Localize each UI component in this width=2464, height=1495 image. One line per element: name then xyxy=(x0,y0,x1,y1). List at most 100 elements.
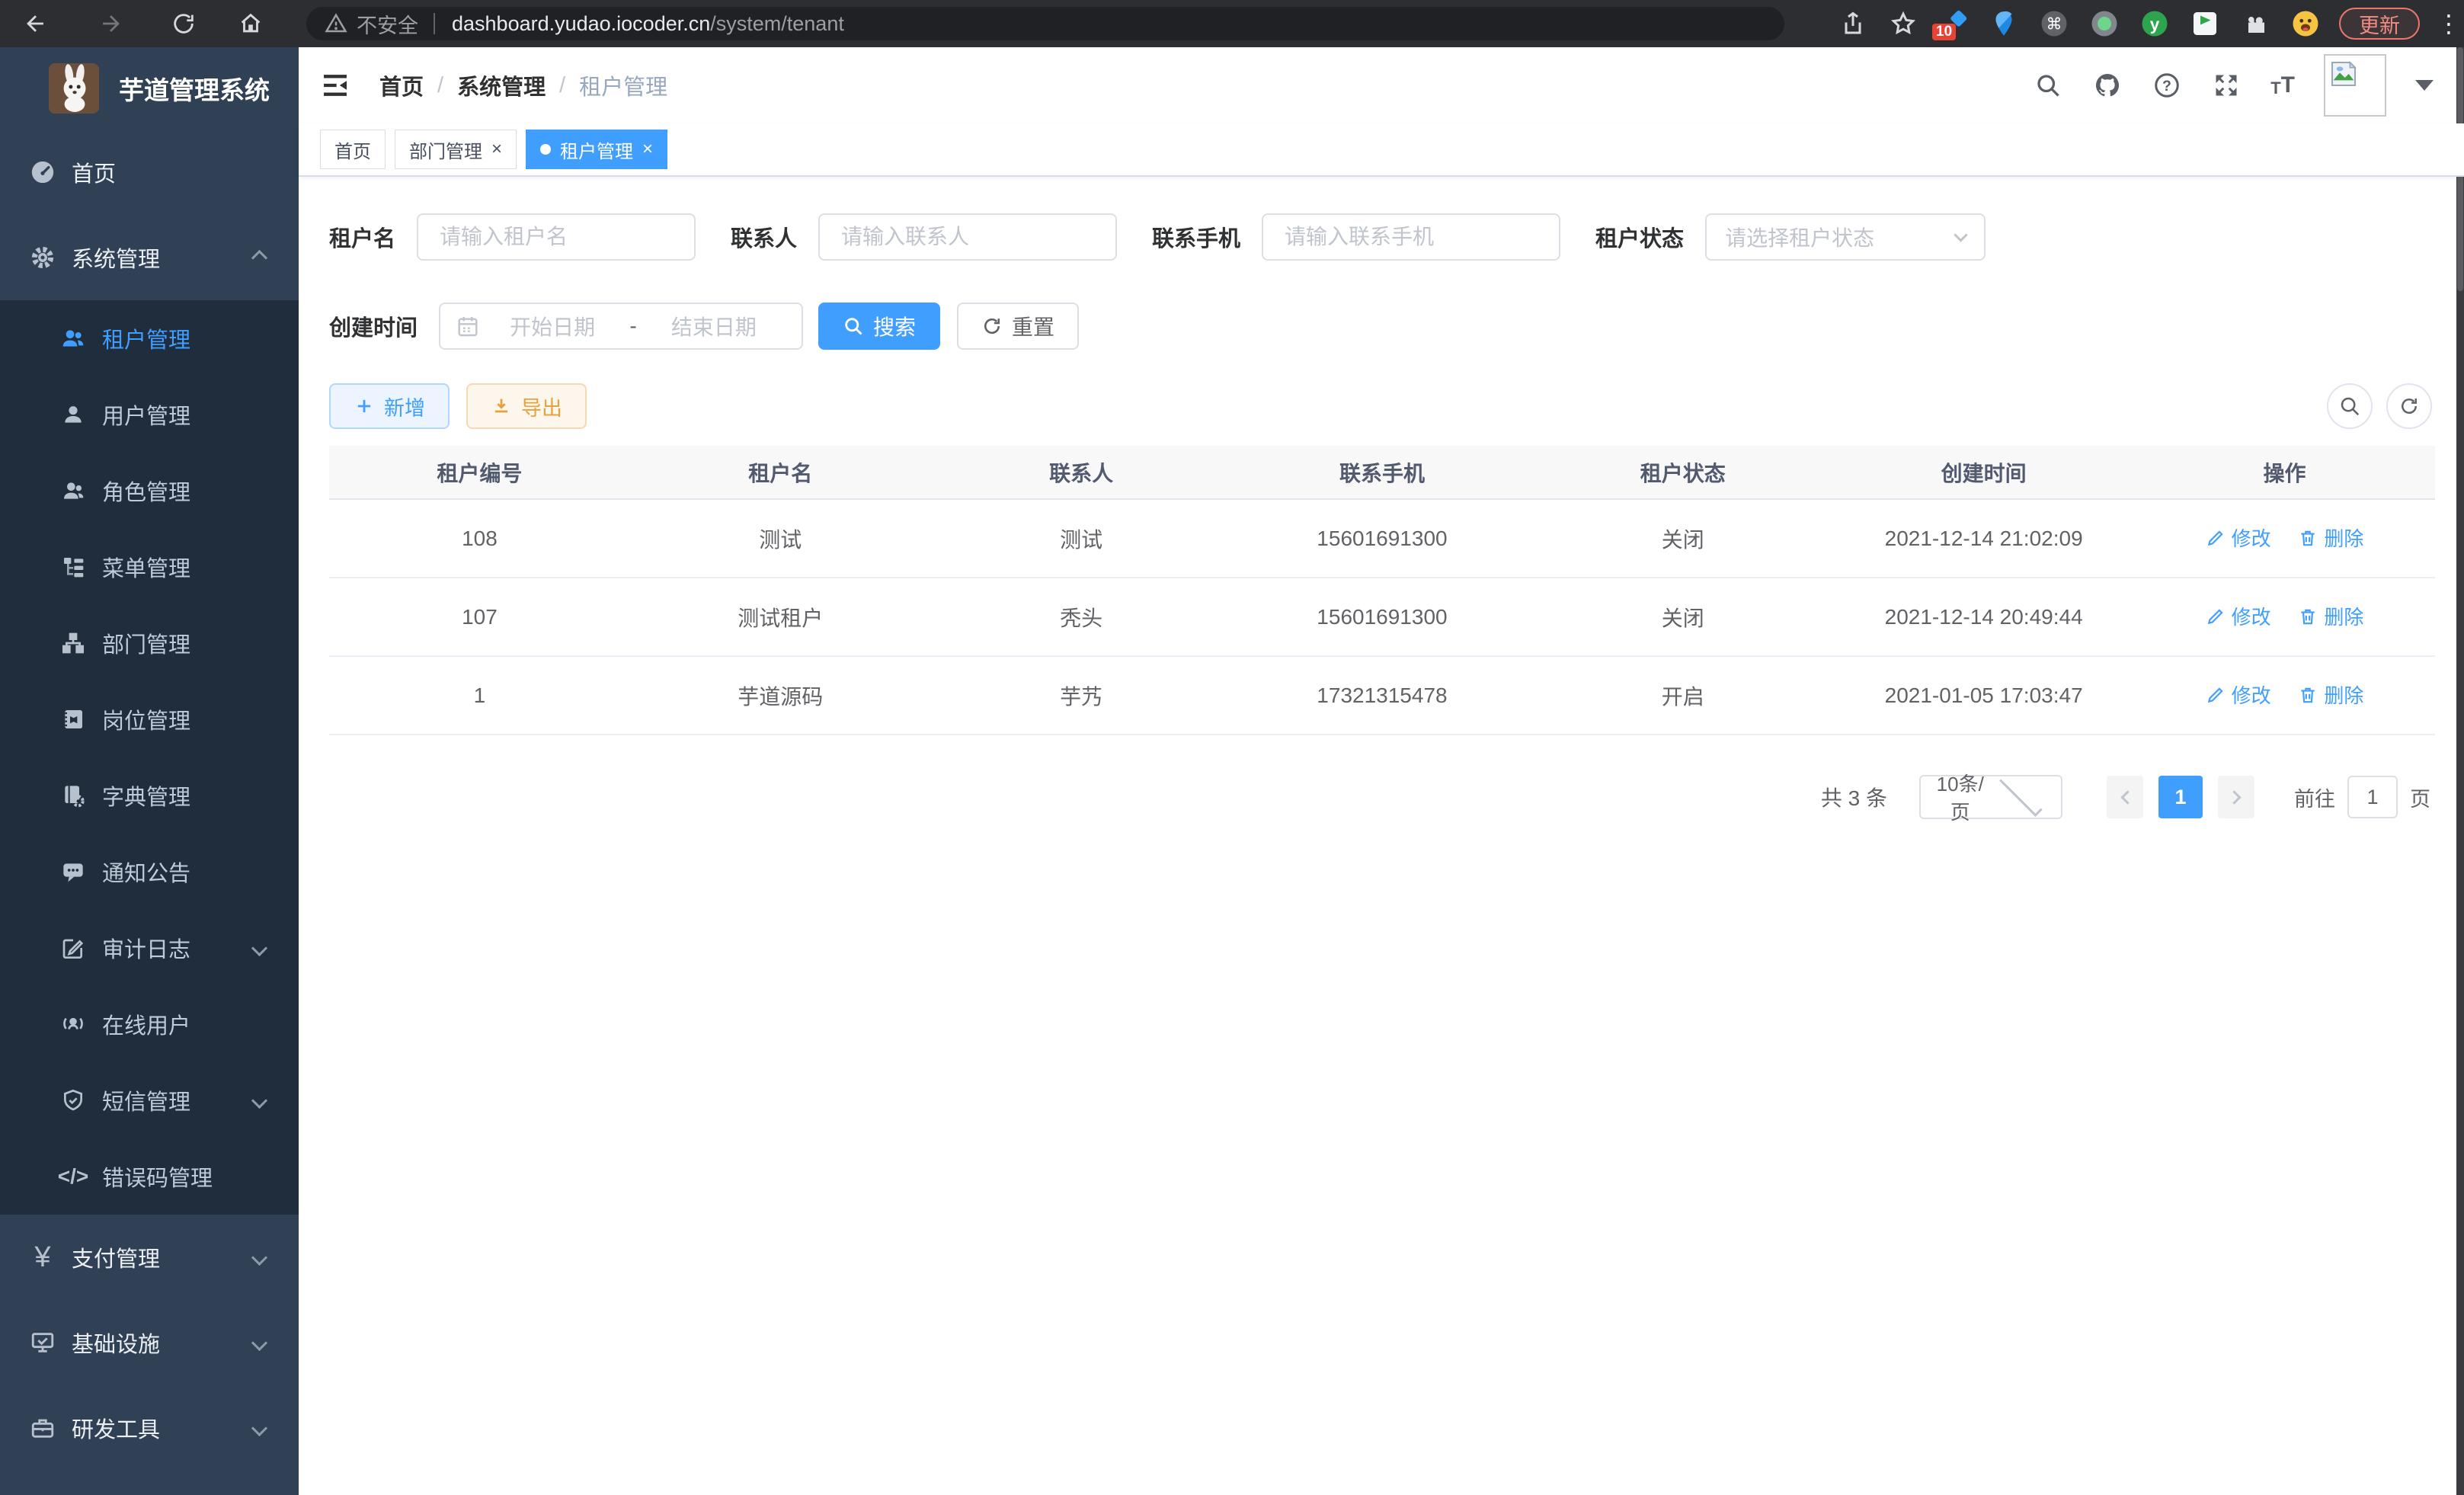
contact-mobile-input[interactable] xyxy=(1262,213,1560,261)
sidebar-item-payment[interactable]: ¥ 支付管理 xyxy=(0,1215,299,1300)
sidebar-item-post[interactable]: 岗位管理 xyxy=(0,681,299,757)
edit-link[interactable]: 修改 xyxy=(2206,523,2271,552)
screen: 不安全 dashboard.yudao.iocoder.cn/system/te… xyxy=(0,0,2464,1495)
table-row: 1 芋道源码 芋艿 17321315478 开启 2021-01-05 17:0… xyxy=(329,656,2435,735)
sidebar-item-devtools[interactable]: 研发工具 xyxy=(0,1385,299,1471)
sidebar-item-menu[interactable]: 菜单管理 xyxy=(0,529,299,605)
home-button[interactable] xyxy=(236,9,265,38)
delete-link[interactable]: 删除 xyxy=(2298,680,2363,709)
tenant-name-input[interactable] xyxy=(417,213,696,261)
extension-y-icon[interactable]: y xyxy=(2138,7,2171,40)
extension-badge: 10 xyxy=(1932,24,1956,40)
sidebar-item-dept[interactable]: 部门管理 xyxy=(0,605,299,681)
table-row: 107 测试租户 秃头 15601691300 关闭 2021-12-14 20… xyxy=(329,578,2435,656)
page-content: 租户名 联系人 联系手机 租户状态 请选择租户状态 xyxy=(299,177,2464,819)
reload-button[interactable] xyxy=(169,9,198,38)
sidebar-toggle-button[interactable] xyxy=(318,70,352,101)
sidebar-item-notice[interactable]: 通知公告 xyxy=(0,834,299,910)
tab-home[interactable]: 首页 xyxy=(320,130,386,169)
table-header-row: 租户编号 租户名 联系人 联系手机 租户状态 创建时间 操作 xyxy=(329,446,2435,499)
back-button[interactable] xyxy=(21,9,50,38)
roles-icon xyxy=(58,475,88,506)
extension-devtools-icon[interactable]: 10 xyxy=(1937,7,1970,40)
navbar-actions: ? TT xyxy=(2033,47,2434,123)
breadcrumb: 首页 / 系统管理 / 租户管理 xyxy=(379,47,667,123)
fullscreen-icon[interactable] xyxy=(2211,70,2242,101)
pagination: 共 3 条 10条/页 1 前往 页 xyxy=(329,775,2435,819)
table-tools xyxy=(2327,383,2432,429)
github-icon[interactable] xyxy=(2092,70,2123,101)
add-button[interactable]: 新增 xyxy=(329,383,450,429)
current-page-button[interactable]: 1 xyxy=(2158,776,2203,818)
close-icon[interactable]: × xyxy=(642,139,653,160)
page-size-select[interactable]: 10条/页 xyxy=(1919,775,2062,819)
sidebar-item-sms[interactable]: 短信管理 xyxy=(0,1062,299,1138)
col-tenant-name: 租户名 xyxy=(630,446,931,499)
sidebar-item-audit-log[interactable]: 审计日志 xyxy=(0,910,299,986)
help-icon[interactable]: ? xyxy=(2152,70,2182,101)
window-scrollbar[interactable] xyxy=(2456,47,2464,1495)
extensions-puzzle-button[interactable] xyxy=(2238,7,2272,40)
app-logo-row[interactable]: 芋道管理系统 xyxy=(0,47,299,130)
sidebar-item-user[interactable]: 用户管理 xyxy=(0,376,299,453)
browser-menu-button[interactable]: ⋮ xyxy=(2437,9,2452,38)
edit-link[interactable]: 修改 xyxy=(2206,680,2271,709)
edit-link[interactable]: 修改 xyxy=(2206,602,2271,630)
goto-page-input[interactable] xyxy=(2347,776,2398,818)
font-size-icon[interactable]: TT xyxy=(2270,72,2295,98)
chrome-update-button[interactable]: 更新 xyxy=(2339,8,2420,40)
calendar-icon xyxy=(456,314,480,338)
online-user-icon xyxy=(58,1009,88,1039)
svg-text:⌘: ⌘ xyxy=(2046,16,2062,34)
goto-label: 前往 xyxy=(2294,783,2335,812)
sms-shield-icon xyxy=(58,1085,88,1116)
delete-link[interactable]: 删除 xyxy=(2298,602,2363,630)
close-icon[interactable]: × xyxy=(491,139,502,160)
bookmark-star-button[interactable] xyxy=(1886,7,1920,40)
breadcrumb-current: 租户管理 xyxy=(579,69,667,101)
breadcrumb-separator: / xyxy=(437,73,443,98)
sidebar-item-error-code[interactable]: </> 错误码管理 xyxy=(0,1138,299,1215)
next-page-button[interactable] xyxy=(2218,776,2254,818)
sidebar-item-role[interactable]: 角色管理 xyxy=(0,453,299,529)
delete-link[interactable]: 删除 xyxy=(2298,523,2363,552)
avatar-dropdown-caret[interactable] xyxy=(2415,80,2434,91)
extension-recorder-icon[interactable] xyxy=(2088,7,2121,40)
contact-name-input[interactable] xyxy=(818,213,1117,261)
browser-profile-avatar[interactable] xyxy=(2289,7,2322,40)
create-time-range-picker[interactable]: 开始日期 - 结束日期 xyxy=(439,303,803,350)
extension-pin-icon[interactable] xyxy=(1987,7,2021,40)
address-divider xyxy=(434,13,435,34)
audit-log-icon xyxy=(58,933,88,963)
extension-command-icon[interactable]: ⌘ xyxy=(2037,7,2071,40)
search-button[interactable]: 搜索 xyxy=(818,303,940,350)
extension-flag-icon[interactable] xyxy=(2188,7,2222,40)
refresh-table-button[interactable] xyxy=(2386,383,2432,429)
search-icon[interactable] xyxy=(2033,70,2063,101)
export-button[interactable]: 导出 xyxy=(466,383,587,429)
tenant-status-select[interactable]: 请选择租户状态 xyxy=(1705,213,1986,261)
sidebar-item-infrastructure[interactable]: 基础设施 xyxy=(0,1300,299,1385)
sidebar-item-home[interactable]: 首页 xyxy=(0,130,299,215)
breadcrumb-home[interactable]: 首页 xyxy=(379,69,424,101)
menu-tree-icon xyxy=(58,552,88,582)
col-actions: 操作 xyxy=(2134,446,2435,499)
tab-dept[interactable]: 部门管理 × xyxy=(395,130,517,169)
user-avatar[interactable] xyxy=(2324,54,2386,117)
forward-button[interactable] xyxy=(96,9,125,38)
filter-row-1: 租户名 联系人 联系手机 租户状态 请选择租户状态 xyxy=(329,213,2435,261)
share-button[interactable] xyxy=(1836,7,1870,40)
sidebar-item-system[interactable]: 系统管理 xyxy=(0,215,299,300)
address-bar[interactable]: 不安全 dashboard.yudao.iocoder.cn/system/te… xyxy=(306,7,1784,40)
tenant-users-icon xyxy=(58,323,88,354)
sidebar-item-dict[interactable]: 字典管理 xyxy=(0,757,299,834)
breadcrumb-system[interactable]: 系统管理 xyxy=(457,69,546,101)
edit-pen-icon xyxy=(2206,685,2226,705)
toggle-search-button[interactable] xyxy=(2327,383,2373,429)
reset-button[interactable]: 重置 xyxy=(957,303,1079,350)
tab-tenant[interactable]: 租户管理 × xyxy=(526,130,667,169)
sidebar-item-online-user[interactable]: 在线用户 xyxy=(0,986,299,1062)
org-chart-icon xyxy=(58,628,88,658)
prev-page-button[interactable] xyxy=(2107,776,2143,818)
sidebar-item-tenant[interactable]: 租户管理 xyxy=(0,300,299,376)
